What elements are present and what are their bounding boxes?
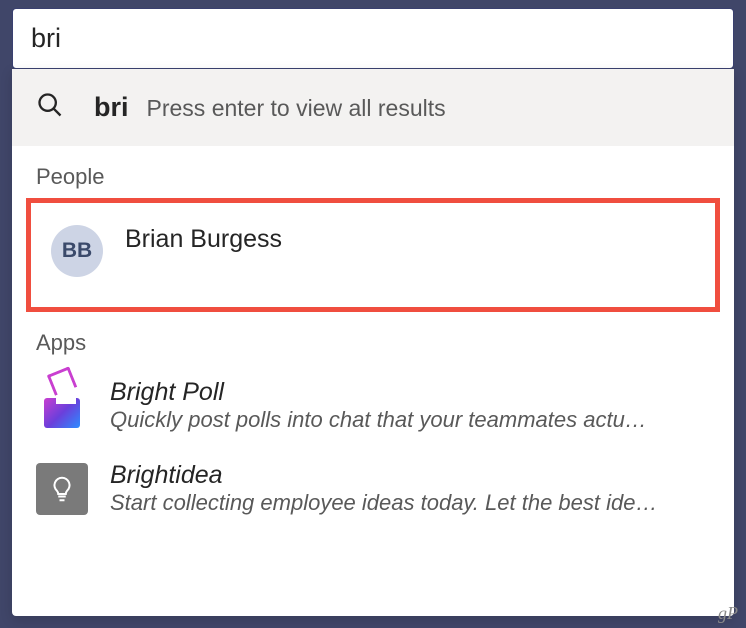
person-result-brian-burgess[interactable]: BB Brian Burgess: [31, 203, 715, 307]
bright-poll-icon: [36, 380, 88, 432]
search-input[interactable]: [31, 23, 715, 54]
result-text: Brightidea Start collecting employee ide…: [110, 461, 710, 516]
app-name: Bright Poll: [110, 378, 710, 407]
view-all-text: bri Press enter to view all results: [94, 92, 446, 123]
search-term-bold: bri: [94, 92, 129, 123]
brightidea-icon: [36, 463, 88, 515]
highlighted-result: BB Brian Burgess: [26, 198, 720, 312]
result-text: Bright Poll Quickly post polls into chat…: [110, 378, 710, 433]
search-dropdown: bri Press enter to view all results Peop…: [12, 69, 734, 616]
app-result-brightidea[interactable]: Brightidea Start collecting employee ide…: [12, 447, 734, 530]
apps-section-label: Apps: [12, 312, 734, 364]
search-box[interactable]: [12, 8, 734, 69]
person-name: Brian Burgess: [125, 225, 701, 254]
view-all-results-row[interactable]: bri Press enter to view all results: [12, 69, 734, 146]
lightbulb-icon: [47, 474, 77, 504]
search-icon: [36, 91, 64, 124]
app-name: Brightidea: [110, 461, 710, 490]
app-desc: Start collecting employee ideas today. L…: [110, 490, 710, 516]
watermark: gP: [718, 603, 738, 624]
people-section-label: People: [12, 146, 734, 198]
app-desc: Quickly post polls into chat that your t…: [110, 407, 710, 433]
avatar: BB: [51, 225, 103, 277]
app-result-bright-poll[interactable]: Bright Poll Quickly post polls into chat…: [12, 364, 734, 447]
avatar-initials: BB: [62, 239, 92, 263]
result-text: Brian Burgess: [125, 225, 701, 254]
press-enter-hint: Press enter to view all results: [147, 95, 446, 122]
